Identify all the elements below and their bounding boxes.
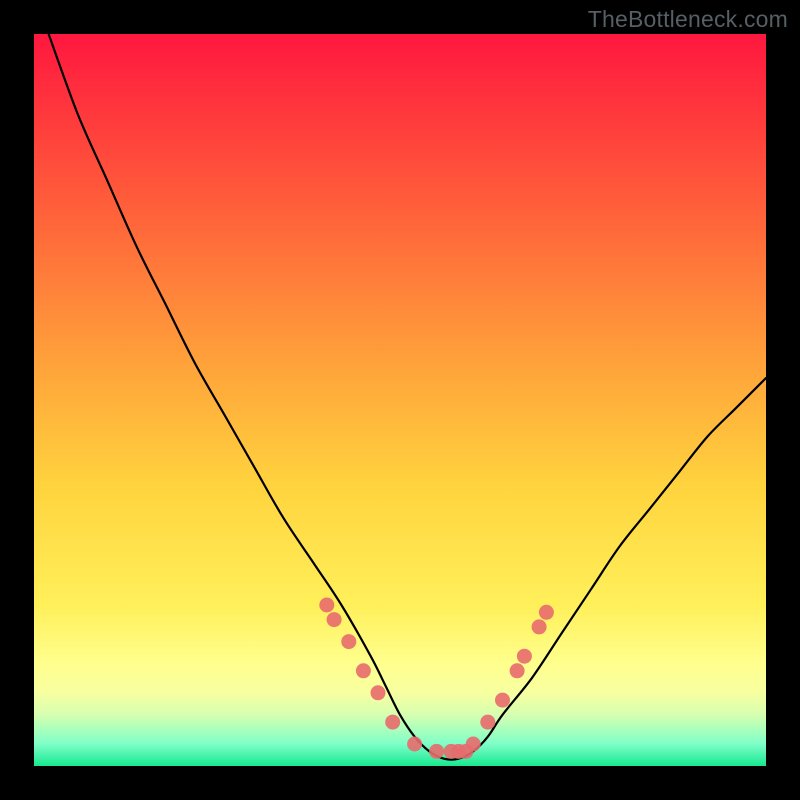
gradient-background bbox=[34, 34, 766, 766]
marker-dot bbox=[356, 663, 371, 678]
marker-dot bbox=[480, 715, 495, 730]
marker-dot bbox=[539, 605, 554, 620]
marker-dot bbox=[517, 649, 532, 664]
chart-svg bbox=[34, 34, 766, 766]
marker-dot bbox=[371, 685, 386, 700]
marker-dot bbox=[319, 598, 334, 613]
marker-dot bbox=[510, 663, 525, 678]
marker-dot bbox=[466, 737, 481, 752]
chart-container: TheBottleneck.com bbox=[0, 0, 800, 800]
marker-dot bbox=[532, 619, 547, 634]
marker-dot bbox=[385, 715, 400, 730]
marker-dot bbox=[327, 612, 342, 627]
marker-dot bbox=[495, 693, 510, 708]
marker-dot bbox=[407, 737, 422, 752]
marker-dot bbox=[341, 634, 356, 649]
chart-area bbox=[34, 34, 766, 766]
watermark-text: TheBottleneck.com bbox=[588, 6, 788, 33]
marker-dot bbox=[429, 744, 444, 759]
